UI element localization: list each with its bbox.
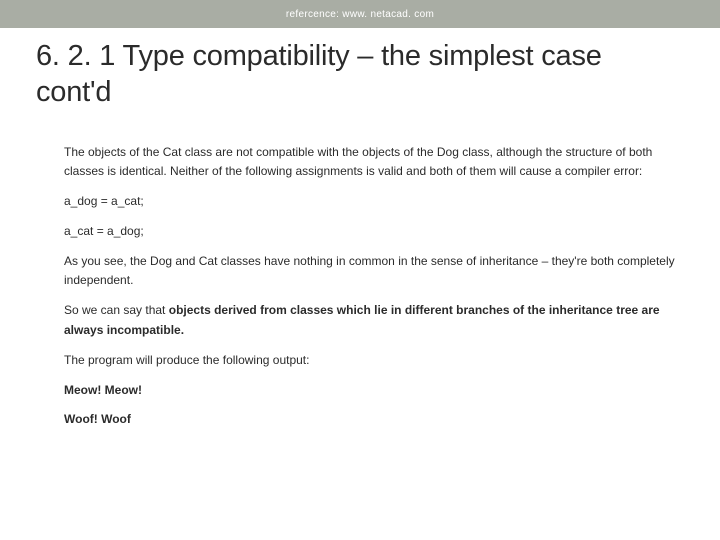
paragraph-output-intro: The program will produce the following o…	[64, 351, 684, 371]
body-text: The objects of the Cat class are not com…	[36, 143, 684, 431]
paragraph-independent: As you see, the Dog and Cat classes have…	[64, 252, 684, 292]
output-line-2: Woof! Woof	[64, 410, 684, 430]
conclusion-prefix: So we can say that	[64, 303, 169, 317]
code-line-2: a_cat = a_dog;	[64, 222, 684, 242]
header-bar: refercence: www. netacad. com	[0, 0, 720, 28]
code-line-1: a_dog = a_cat;	[64, 192, 684, 212]
slide-title: 6. 2. 1 Type compatibility – the simples…	[36, 38, 684, 111]
reference-text: refercence: www. netacad. com	[286, 9, 434, 20]
output-line-1: Meow! Meow!	[64, 381, 684, 401]
paragraph-intro: The objects of the Cat class are not com…	[64, 143, 684, 183]
content-area: 6. 2. 1 Type compatibility – the simples…	[0, 28, 720, 430]
paragraph-conclusion: So we can say that objects derived from …	[64, 301, 684, 341]
